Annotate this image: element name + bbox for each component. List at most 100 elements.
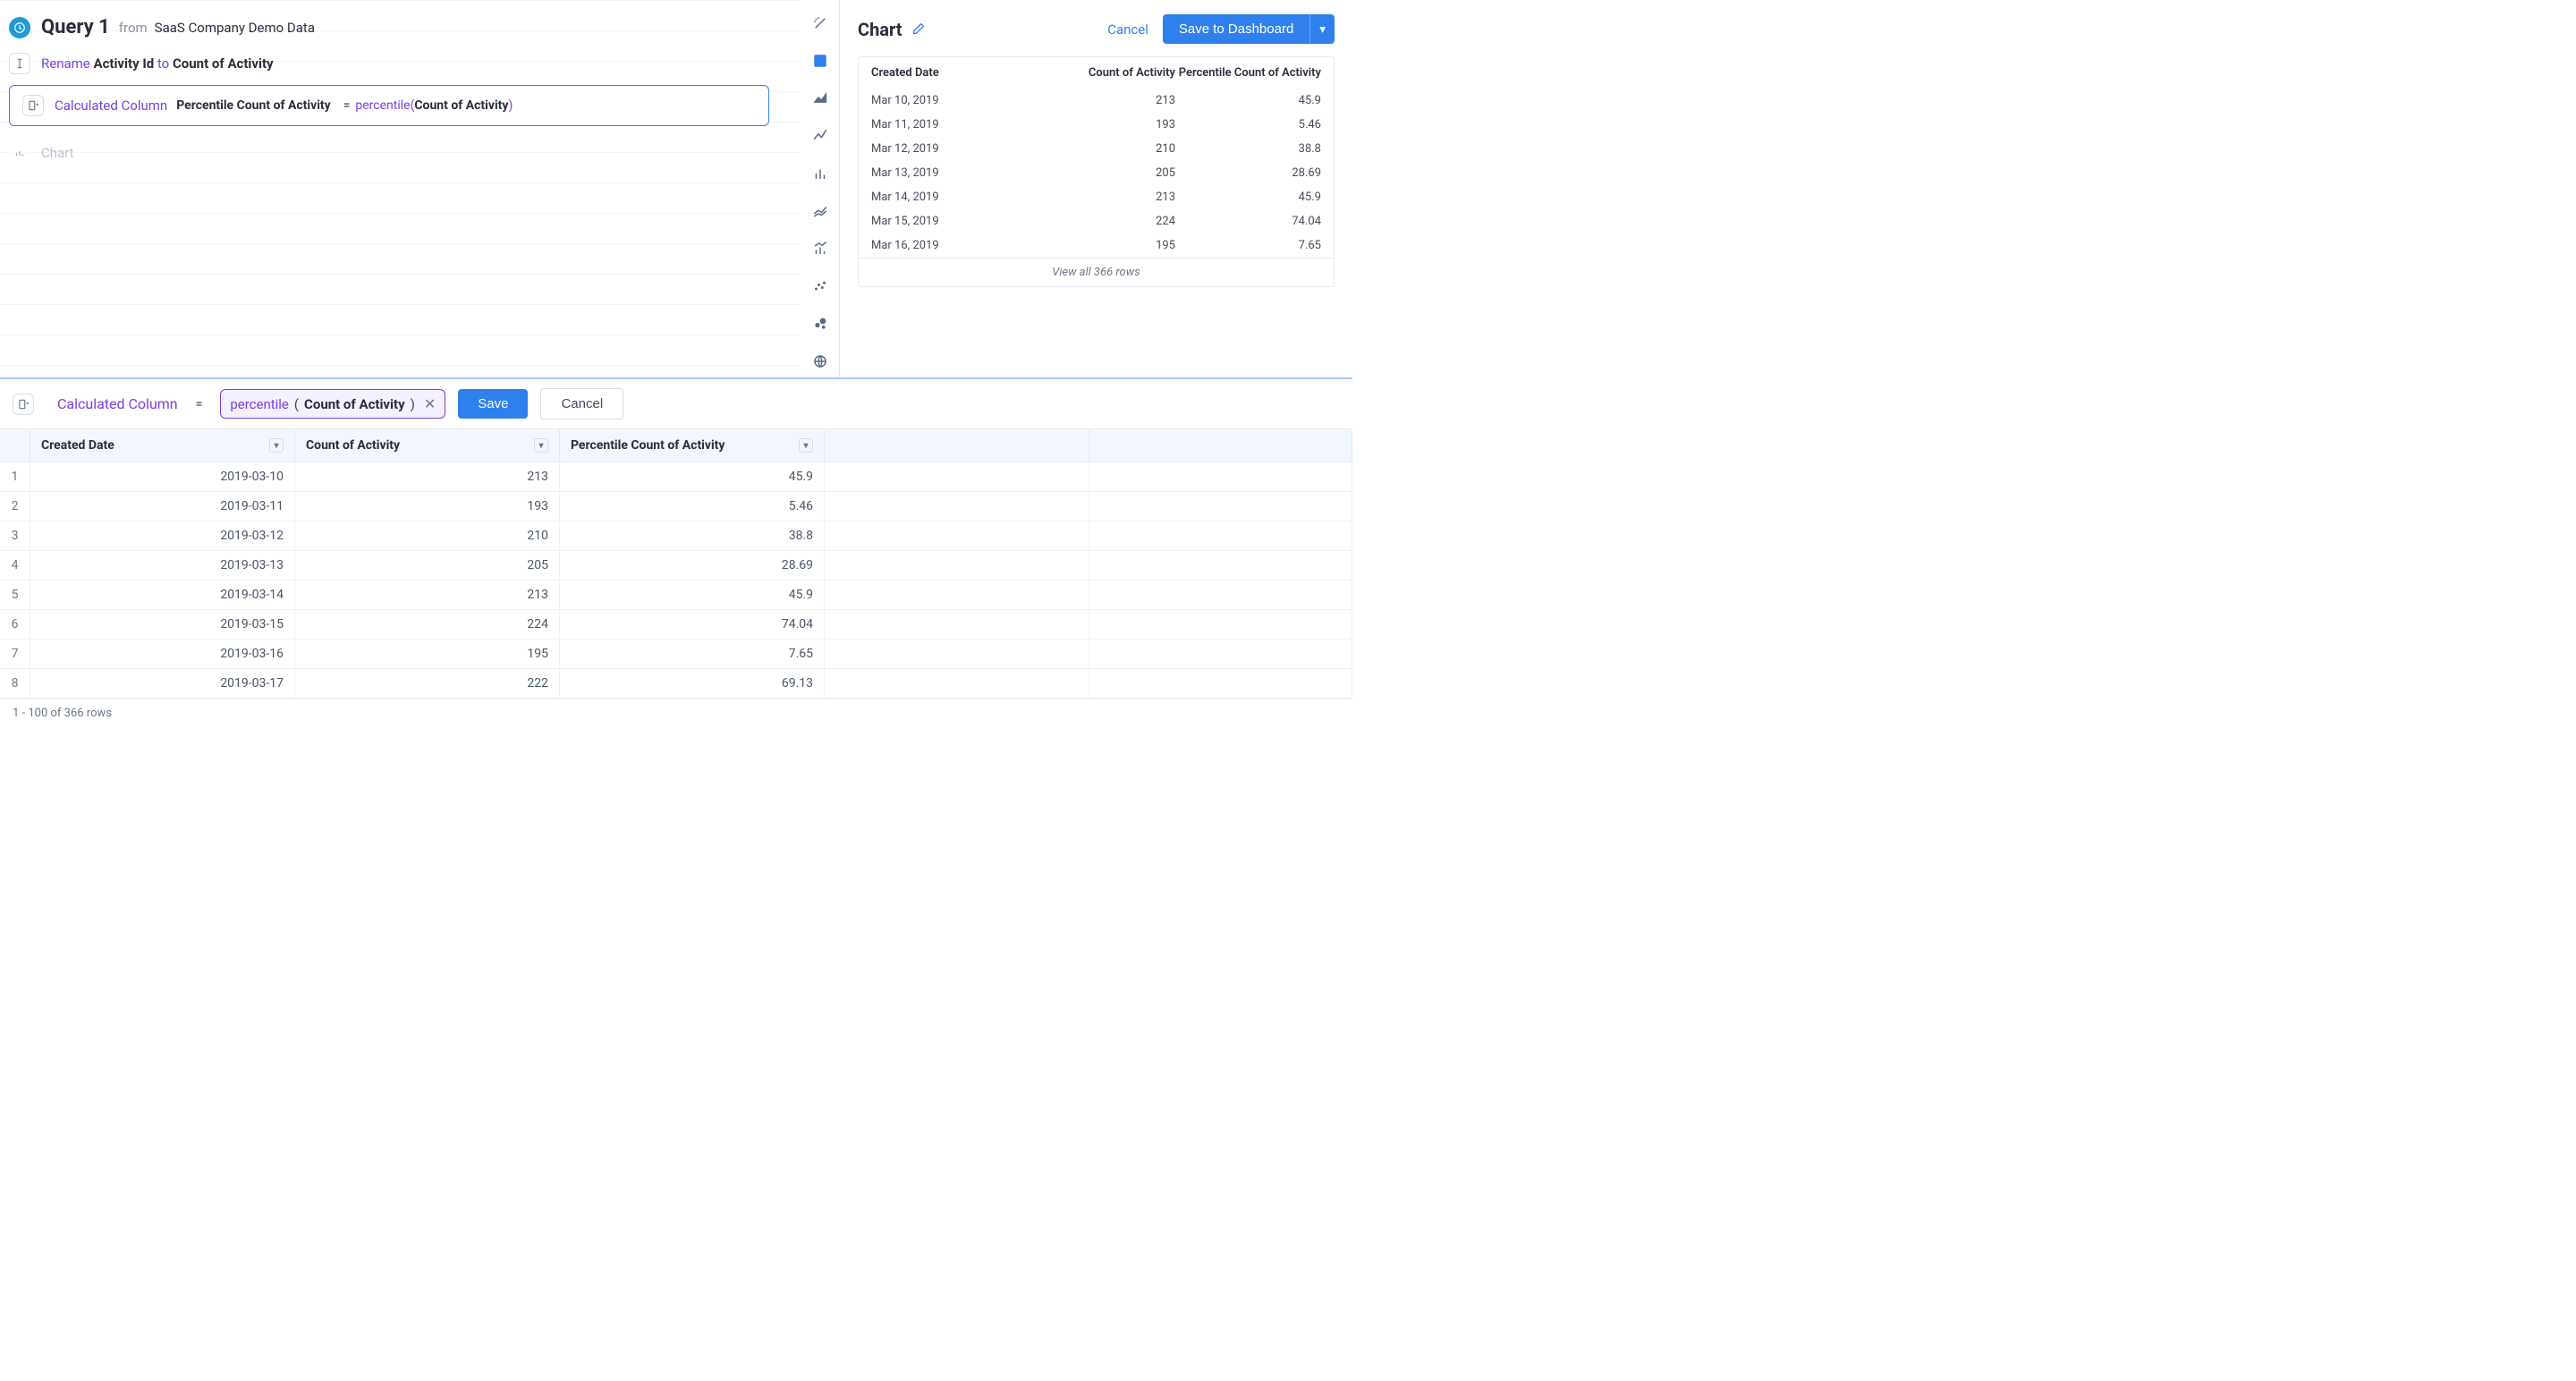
data-table-header: Created Date▾ Count of Activity▾ Percent… — [0, 429, 1352, 462]
chevron-down-icon[interactable]: ▾ — [799, 438, 813, 453]
cancel-link[interactable]: Cancel — [1107, 21, 1148, 38]
chevron-down-icon[interactable]: ▾ — [534, 438, 548, 453]
rename-chart-icon[interactable] — [911, 19, 926, 40]
table-row[interactable]: 4 2019-03-13 205 28.69 — [0, 551, 1352, 580]
table-row[interactable]: 5 2019-03-14 213 45.9 — [0, 580, 1352, 610]
cell-pct: 74.04 — [560, 610, 825, 639]
chart-step-placeholder[interactable]: Chart — [9, 131, 792, 174]
preview-row[interactable]: Mar 15, 2019 224 74.04 — [859, 209, 1334, 233]
preview-header-pct[interactable]: Percentile Count of Activity — [1175, 66, 1321, 80]
preview-row[interactable]: Mar 13, 2019 205 28.69 — [859, 161, 1334, 185]
table-row[interactable]: 2 2019-03-11 193 5.46 — [0, 492, 1352, 521]
calculated-column-icon — [22, 95, 44, 116]
chevron-down-icon[interactable]: ▾ — [269, 438, 284, 453]
preview-table-header: Created Date Count of Activity Percentil… — [859, 57, 1334, 89]
cancel-button[interactable]: Cancel — [540, 388, 623, 419]
bar-chart-icon — [9, 142, 30, 164]
cell-empty — [1089, 462, 1352, 491]
preview-row[interactable]: Mar 12, 2019 210 38.8 — [859, 137, 1334, 161]
preview-row[interactable]: Mar 10, 2019 213 45.9 — [859, 89, 1334, 113]
cell-empty — [1089, 640, 1352, 668]
preview-cell-count: 205 — [1023, 166, 1175, 180]
save-to-dashboard-button[interactable]: Save to Dashboard — [1163, 14, 1309, 44]
magic-wand-icon[interactable] — [809, 13, 831, 34]
preview-header-count[interactable]: Count of Activity — [1023, 66, 1175, 80]
rename-icon — [9, 53, 30, 74]
view-all-rows-link[interactable]: View all 366 rows — [859, 258, 1334, 286]
table-row[interactable]: 1 2019-03-10 213 45.9 — [0, 462, 1352, 492]
table-row[interactable]: 6 2019-03-15 224 74.04 — [0, 610, 1352, 640]
table-chart-icon[interactable] — [809, 50, 831, 72]
rename-step[interactable]: Rename Activity Id to Count of Activity — [9, 47, 792, 80]
row-index: 7 — [0, 640, 30, 668]
preview-cell-pct: 45.9 — [1175, 191, 1321, 204]
data-source-name[interactable]: SaaS Company Demo Data — [155, 20, 315, 36]
stacked-area-icon[interactable] — [809, 200, 831, 222]
table-row[interactable]: 8 2019-03-17 222 69.13 — [0, 669, 1352, 699]
cell-empty — [1089, 551, 1352, 580]
preview-cell-pct: 38.8 — [1175, 142, 1321, 156]
column-header-count[interactable]: Count of Activity▾ — [295, 429, 560, 462]
chart-step-label: Chart — [41, 145, 74, 161]
preview-cell-pct: 74.04 — [1175, 215, 1321, 228]
bar-chart-icon[interactable] — [809, 163, 831, 184]
line-chart-icon[interactable] — [809, 125, 831, 147]
cell-empty — [825, 610, 1089, 639]
bubble-chart-icon[interactable] — [809, 313, 831, 335]
column-header-date[interactable]: Created Date▾ — [30, 429, 295, 462]
formula-input[interactable]: percentile ( Count of Activity ) ✕ — [220, 389, 445, 419]
cell-empty — [825, 462, 1089, 491]
calc-label: Calculated Column — [55, 97, 167, 114]
preview-cell-count: 195 — [1023, 239, 1175, 252]
preview-row[interactable]: Mar 11, 2019 193 5.46 — [859, 113, 1334, 137]
cell-date: 2019-03-10 — [30, 462, 295, 491]
combo-chart-icon[interactable] — [809, 238, 831, 259]
save-button[interactable]: Save — [458, 389, 528, 419]
cell-count: 205 — [295, 551, 560, 580]
calc-expression: percentile(Count of Activity) — [355, 98, 513, 113]
cell-empty — [825, 669, 1089, 698]
cell-pct: 45.9 — [560, 580, 825, 609]
preview-header-date[interactable]: Created Date — [871, 66, 1023, 80]
calculated-column-step[interactable]: Calculated Column Percentile Count of Ac… — [9, 85, 769, 126]
cell-date: 2019-03-12 — [30, 521, 295, 550]
row-index: 8 — [0, 669, 30, 698]
row-index: 1 — [0, 462, 30, 491]
cell-pct: 28.69 — [560, 551, 825, 580]
table-row[interactable]: 7 2019-03-16 195 7.65 — [0, 640, 1352, 669]
calc-column-name: Percentile Count of Activity — [176, 98, 330, 113]
preview-row[interactable]: Mar 16, 2019 195 7.65 — [859, 233, 1334, 258]
from-label: from — [119, 20, 148, 36]
chart-type-rail — [801, 0, 840, 377]
preview-cell-date: Mar 10, 2019 — [871, 94, 1023, 107]
cell-empty — [1089, 492, 1352, 521]
cell-empty — [825, 521, 1089, 550]
calculated-column-icon — [13, 394, 34, 415]
table-row[interactable]: 3 2019-03-12 210 38.8 — [0, 521, 1352, 551]
column-header-empty — [1089, 429, 1352, 462]
formula-editor-bar: Calculated Column = percentile ( Count o… — [0, 379, 1352, 429]
rename-text: Rename Activity Id to Count of Activity — [41, 55, 274, 72]
editor-label: Calculated Column — [57, 395, 178, 412]
cell-pct: 69.13 — [560, 669, 825, 698]
preview-cell-count: 213 — [1023, 94, 1175, 107]
column-header-pct[interactable]: Percentile Count of Activity▾ — [560, 429, 825, 462]
row-index: 2 — [0, 492, 30, 521]
preview-row[interactable]: Mar 14, 2019 213 45.9 — [859, 185, 1334, 209]
preview-cell-pct: 5.46 — [1175, 118, 1321, 131]
cell-empty — [825, 640, 1089, 668]
query-title[interactable]: Query 1 — [41, 16, 110, 38]
save-to-dashboard-dropdown[interactable]: ▾ — [1309, 14, 1335, 44]
cell-date: 2019-03-15 — [30, 610, 295, 639]
clear-formula-icon[interactable]: ✕ — [424, 395, 436, 412]
equals-sign: = — [343, 98, 351, 113]
preview-cell-date: Mar 11, 2019 — [871, 118, 1023, 131]
area-chart-icon[interactable] — [809, 88, 831, 109]
cell-empty — [825, 551, 1089, 580]
globe-icon[interactable] — [809, 351, 831, 372]
row-index: 5 — [0, 580, 30, 609]
cell-pct: 45.9 — [560, 462, 825, 491]
preview-cell-date: Mar 16, 2019 — [871, 239, 1023, 252]
scatter-chart-icon[interactable] — [809, 275, 831, 297]
chart-panel: Chart Cancel Save to Dashboard ▾ Created… — [801, 0, 1352, 377]
